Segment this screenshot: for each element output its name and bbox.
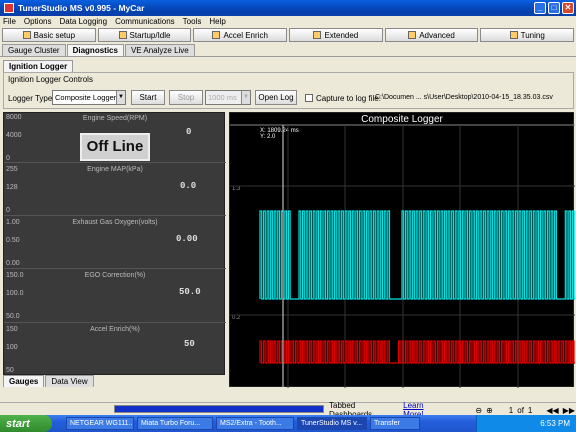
gauge-title: EGO Correction(%)	[84, 272, 146, 279]
zoom-in-icon[interactable]: ⊕	[486, 406, 493, 415]
task-ms2extra[interactable]: MS2/Extra - Tooth...	[216, 417, 294, 430]
gauge-title: Engine Speed(RPM)	[82, 115, 148, 122]
controls-group-title: Ignition Logger Controls	[8, 75, 93, 84]
basic-setup-button[interactable]: Basic setup	[2, 28, 96, 42]
maximize-button[interactable]: □	[548, 2, 560, 14]
task-tunerstudio[interactable]: TunerStudio MS v...	[297, 417, 367, 430]
next-page-icon[interactable]: ▶▶	[563, 406, 575, 415]
window-title: TunerStudio MS v0.995 - MyCar	[18, 3, 145, 13]
page-number: 1	[508, 405, 514, 415]
gauge-value: 0	[186, 127, 192, 137]
offline-indicator: Off Line	[80, 133, 150, 161]
sub-tabs: Ignition Logger	[3, 60, 74, 72]
gauge-value: 50	[184, 339, 195, 349]
interval-select[interactable]: 1000 ms ▼	[205, 90, 251, 105]
menu-tools[interactable]: Tools	[183, 17, 202, 26]
capture-checkbox[interactable]	[305, 94, 313, 102]
task-transfer[interactable]: Transfer	[370, 417, 420, 430]
capture-label: Capture to log file:	[316, 94, 381, 103]
gauge-title: Accel Enrich(%)	[90, 326, 140, 333]
main-tabs: Gauge Cluster Diagnostics VE Analyze Liv…	[2, 44, 196, 56]
tuning-icon	[509, 31, 518, 39]
toolbar: Basic setup Startup/Idle Accel Enrich Ex…	[2, 28, 575, 43]
gauge-value: 50.0	[179, 287, 201, 297]
series-cyan-trace	[259, 210, 575, 300]
menu-options[interactable]: Options	[24, 17, 52, 26]
gauge-tabs: Gauges Data View	[3, 375, 95, 387]
gauge-engine-map: Engine MAP(kPa) 0.0 255 128 0	[4, 163, 226, 216]
chart-title: Composite Logger	[361, 114, 443, 125]
task-netgear[interactable]: NETGEAR WG111...	[66, 417, 134, 430]
tab-gauge-cluster[interactable]: Gauge Cluster	[2, 44, 66, 56]
app-icon	[4, 3, 14, 13]
gauge-title: Exhaust Gas Oxygen(volts)	[72, 219, 158, 226]
window-titlebar: TunerStudio MS v0.995 - MyCar _ □ ✕	[0, 0, 576, 16]
tab-data-view[interactable]: Data View	[45, 375, 94, 387]
logger-type-label: Logger Type:	[8, 94, 55, 103]
menu-data-logging[interactable]: Data Logging	[59, 17, 107, 26]
stop-button[interactable]: Stop	[169, 90, 203, 105]
menu-file[interactable]: File	[3, 17, 16, 26]
startup-idle-button[interactable]: Startup/Idle	[97, 28, 192, 42]
start-button[interactable]: Start	[131, 90, 165, 105]
key-icon	[118, 31, 127, 39]
gear-icon	[408, 31, 417, 39]
system-tray: 6:53 PM	[476, 415, 576, 432]
chevron-down-icon: ▼	[241, 91, 250, 104]
ignition-logger-controls: Ignition Logger Controls Logger Type: Co…	[3, 72, 574, 109]
tab-ve-analyze-live[interactable]: VE Analyze Live	[124, 44, 195, 56]
task-miata[interactable]: Miata Turbo Foru...	[137, 417, 213, 430]
gauge-value: 0.0	[180, 181, 197, 191]
tuning-button[interactable]: Tuning	[480, 28, 575, 42]
taskbar: start NETGEAR WG111... Miata Turbo Foru.…	[0, 415, 576, 432]
minimize-button[interactable]: _	[534, 2, 546, 14]
trace2-level-label: 0.2	[232, 315, 241, 321]
series-red-trace	[259, 340, 575, 364]
wrench-icon	[22, 31, 31, 39]
open-log-button[interactable]: Open Log	[255, 90, 297, 105]
extended-button[interactable]: Extended	[289, 28, 383, 42]
progress-bar	[114, 405, 324, 413]
gauge-title: Engine MAP(kPa)	[87, 166, 143, 173]
start-button[interactable]: start	[0, 415, 52, 432]
gear-icon	[313, 31, 322, 39]
menu-bar: File Options Data Logging Communications…	[0, 16, 576, 27]
menu-help[interactable]: Help	[209, 17, 225, 26]
advanced-button[interactable]: Advanced	[384, 28, 479, 42]
tab-ignition-logger[interactable]: Ignition Logger	[3, 60, 74, 72]
cursor-y-label: Y: 2.0	[260, 134, 276, 140]
tab-diagnostics[interactable]: Diagnostics	[66, 44, 124, 56]
log-path: C:\Documen ... s\User\Desktop\2010-04-15…	[375, 94, 553, 101]
page-total: 1	[527, 405, 533, 415]
trace1-level-label: 1.3	[232, 186, 241, 192]
car-icon	[212, 31, 221, 39]
composite-logger-chart[interactable]: Composite Logger X: 1809.24 ms Y: 2.0 1.…	[229, 112, 575, 388]
chevron-down-icon: ▼	[116, 91, 125, 104]
gauge-ego-correction: EGO Correction(%) 50.0 150.0 100.0 50.0	[4, 269, 226, 323]
accel-enrich-button[interactable]: Accel Enrich	[193, 28, 288, 42]
close-button[interactable]: ✕	[562, 2, 574, 14]
tab-divider	[0, 56, 576, 57]
logger-type-select[interactable]: Composite Logger ▼	[52, 90, 126, 105]
prev-page-icon[interactable]: ◀◀	[546, 406, 558, 415]
logger-plot[interactable]: Composite Logger X: 1809.24 ms Y: 2.0 1.…	[230, 113, 575, 388]
gauge-accel-enrich: Accel Enrich(%) 50 150 100 50	[4, 323, 226, 376]
menu-communications[interactable]: Communications	[115, 17, 175, 26]
zoom-out-icon[interactable]: ⊖	[475, 406, 482, 415]
clock: 6:53 PM	[540, 419, 570, 428]
red-pulse-train	[259, 340, 575, 364]
cyan-pulse-train	[259, 210, 575, 300]
of-label: of	[517, 405, 524, 415]
gauge-value: 0.00	[176, 234, 198, 244]
tab-gauges[interactable]: Gauges	[3, 375, 45, 387]
gauge-ego-volts: Exhaust Gas Oxygen(volts) 0.00 1.00 0.50…	[4, 216, 226, 269]
